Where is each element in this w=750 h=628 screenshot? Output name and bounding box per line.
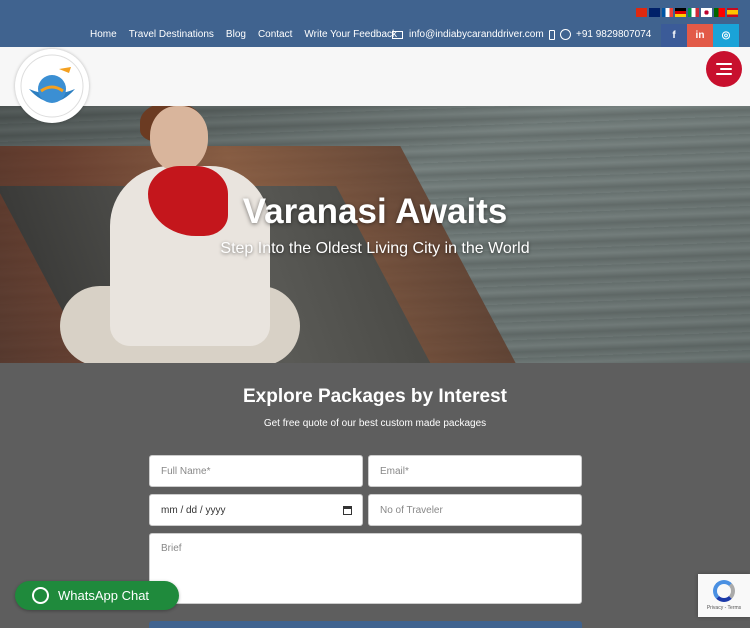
hero-title: Varanasi Awaits (242, 192, 508, 231)
travelers-placeholder: No of Traveler (380, 504, 443, 516)
social-links: f in ◎ (661, 24, 739, 47)
flag-spanish-icon[interactable] (727, 8, 738, 17)
recaptcha-label[interactable]: Privacy - Terms (707, 605, 741, 611)
nav-write-feedback[interactable]: Write Your Feedback (304, 29, 397, 40)
hero-subtitle: Step Into the Oldest Living City in the … (220, 240, 530, 257)
phone-contact[interactable]: +91 9829807074 (549, 29, 651, 40)
email-address[interactable]: info@indiabycaranddriver.com (409, 29, 544, 40)
email-contact[interactable]: info@indiabycaranddriver.com (392, 29, 544, 40)
brief-placeholder: Brief (161, 543, 182, 554)
flag-italian-icon[interactable] (688, 8, 699, 17)
whatsapp-icon (32, 587, 49, 604)
flag-french-icon[interactable] (662, 8, 673, 17)
email-placeholder: Email* (380, 465, 409, 477)
traveler-image-head (150, 106, 208, 172)
whatsapp-chat-button[interactable]: WhatsApp Chat (15, 581, 179, 610)
logo-emblem-icon (20, 54, 84, 118)
travelers-input[interactable]: No of Traveler (368, 494, 582, 526)
envelope-icon (392, 30, 403, 39)
submit-button[interactable] (149, 621, 582, 628)
site-logo[interactable] (15, 49, 89, 123)
form-section-title: Explore Packages by Interest (242, 386, 507, 407)
form-section-subtitle: Get free quote of our best custom made p… (263, 418, 487, 429)
recaptcha-badge[interactable]: Privacy - Terms (698, 574, 750, 617)
email-input[interactable]: Email* (368, 455, 582, 487)
travel-date-input[interactable]: mm / dd / yyyy (149, 494, 363, 526)
brief-textarea[interactable]: Brief (149, 533, 582, 604)
nav-travel-destinations[interactable]: Travel Destinations (129, 29, 214, 40)
full-name-placeholder: Full Name* (161, 465, 211, 477)
phone-number[interactable]: +91 9829807074 (576, 29, 651, 40)
nav-home[interactable]: Home (90, 29, 117, 40)
date-placeholder: mm / dd / yyyy (161, 504, 226, 516)
whatsapp-chat-label: WhatsApp Chat (58, 588, 150, 603)
language-flags (636, 8, 738, 17)
nav-blog[interactable]: Blog (226, 29, 246, 40)
recaptcha-icon (713, 580, 735, 602)
calendar-icon[interactable] (343, 505, 352, 515)
top-bar: Home Travel Destinations Blog Contact Wr… (0, 0, 750, 47)
flag-english-icon[interactable] (649, 8, 660, 17)
facebook-icon[interactable]: f (661, 24, 687, 47)
nav-contact[interactable]: Contact (258, 29, 292, 40)
flag-german-icon[interactable] (675, 8, 686, 17)
hamburger-menu-button[interactable] (706, 51, 742, 87)
flag-chinese-icon[interactable] (636, 8, 647, 17)
full-name-input[interactable]: Full Name* (149, 455, 363, 487)
whatsapp-icon (560, 29, 571, 40)
flag-portuguese-icon[interactable] (714, 8, 725, 17)
hero-banner: Varanasi Awaits Step Into the Oldest Liv… (0, 106, 750, 363)
main-nav: Home Travel Destinations Blog Contact Wr… (90, 29, 397, 40)
linkedin-icon[interactable]: in (687, 24, 713, 47)
flag-japanese-icon[interactable] (701, 8, 712, 17)
header-bar (0, 47, 750, 106)
instagram-icon[interactable]: ◎ (713, 24, 739, 47)
mobile-phone-icon (549, 29, 555, 40)
